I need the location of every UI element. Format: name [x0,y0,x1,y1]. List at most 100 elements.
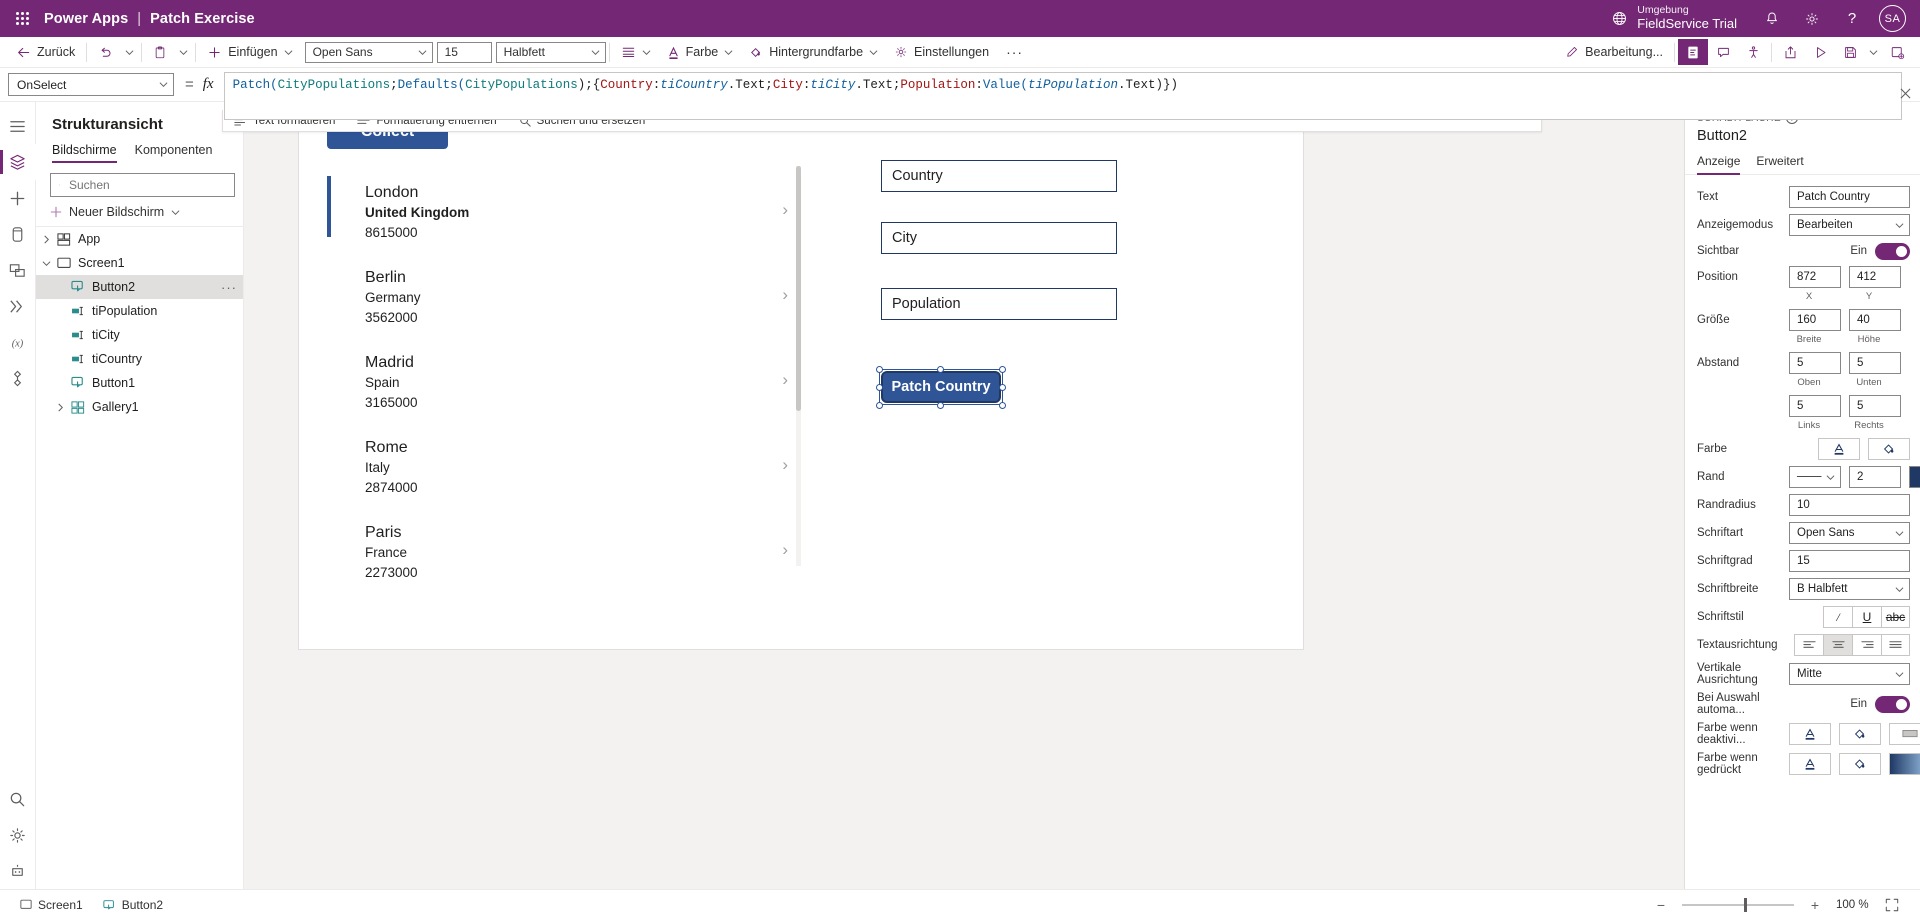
property-pair-second[interactable]: 5 [1849,395,1901,417]
property-input[interactable]: 10 [1789,494,1910,516]
rail-components-icon[interactable] [0,360,36,396]
align-center-icon[interactable] [1823,634,1852,656]
resize-handle-s[interactable] [937,402,944,409]
formula-close-icon[interactable] [1894,82,1916,104]
font-color-icon[interactable] [1789,723,1831,745]
notifications-bell-icon[interactable] [1753,0,1791,37]
property-toggle[interactable] [1875,242,1910,260]
resize-handle-sw[interactable] [876,402,883,409]
status-control-chip[interactable]: Button2 [93,893,173,917]
gallery-control[interactable]: London United Kingdom 8615000 › Berlin German… [327,166,824,634]
fill-color-icon[interactable] [1868,438,1910,460]
undo-chevron-down-icon[interactable] [121,39,138,65]
save-icon[interactable] [1835,39,1865,65]
property-pair-first[interactable]: 5 [1789,352,1841,374]
rail-search-icon[interactable] [0,781,36,817]
rail-hamburger-menu-icon[interactable] [0,108,36,144]
tree-node-ticity[interactable]: tiCity [36,323,243,347]
environment-picker[interactable]: Umgebung FieldService Trial [1597,0,1751,37]
resize-handle-se[interactable] [999,402,1006,409]
accessibility-icon[interactable] [1738,39,1768,65]
border-color-chip[interactable] [1909,466,1920,488]
strikethrough-icon[interactable]: abc [1881,606,1910,628]
tab-erweitert[interactable]: Erweitert [1756,154,1803,174]
gallery-item[interactable]: London United Kingdom 8615000 › [327,166,824,251]
rail-settings-gear-icon[interactable] [0,817,36,853]
property-select[interactable]: B Halbfett [1789,578,1910,600]
chevron-right-icon[interactable]: › [782,370,788,390]
population-text-input[interactable]: Population [881,288,1117,320]
country-text-input[interactable]: Country [881,160,1117,192]
property-pair-first[interactable]: 872 [1789,266,1841,288]
chevron-right-icon[interactable]: › [782,285,788,305]
property-select[interactable]: Mitte [1789,663,1910,685]
tab-anzeige[interactable]: Anzeige [1697,154,1741,175]
edit-mode-button[interactable]: Bearbeitung... [1557,39,1671,65]
rail-variables-icon[interactable]: (x) [0,324,36,360]
border-color-icon[interactable] [1889,723,1920,745]
font-color-button[interactable]: Farbe [659,39,742,65]
tree-node-expander[interactable] [52,403,68,412]
resize-handle-ne[interactable] [999,366,1006,373]
tree-node-button1[interactable]: Button1 [36,371,243,395]
property-pair-second[interactable]: 5 [1849,352,1901,374]
settings-gear-icon[interactable] [1793,0,1831,37]
paste-icon[interactable] [145,39,175,65]
zoom-slider-knob[interactable] [1744,897,1747,912]
tree-node-overflow-icon[interactable]: ··· [221,280,237,295]
font-size-input[interactable]: 15 [436,41,492,63]
tab-bildschirme[interactable]: Bildschirme [52,143,117,163]
publish-icon[interactable] [1882,39,1912,65]
tree-node-screen1[interactable]: Screen1 [36,251,243,275]
chevron-right-icon[interactable]: › [782,200,788,220]
property-select[interactable]: Bearbeiten [1789,214,1910,236]
tree-node-ticountry[interactable]: tiCountry [36,347,243,371]
gallery-item[interactable]: Rome Italy 2874000 › [327,421,824,506]
save-chevron-down-icon[interactable] [1865,39,1882,65]
undo-icon[interactable] [90,39,121,65]
underline-icon[interactable]: U [1852,606,1881,628]
text-align-icon[interactable] [613,39,659,65]
resize-handle-n[interactable] [937,366,944,373]
tree-node-button2[interactable]: Button2 ··· [36,275,243,299]
align-left-icon[interactable] [1794,634,1823,656]
overflow-menu-icon[interactable]: ··· [997,44,1032,60]
paste-chevron-down-icon[interactable] [175,39,192,65]
resize-handle-e[interactable] [999,384,1006,391]
insert-button[interactable]: Einfügen [199,39,300,65]
rail-data-cylinder-icon[interactable] [0,216,36,252]
font-weight-select[interactable]: Halbfett [495,41,606,63]
tree-node-app[interactable]: App [36,227,243,251]
property-pair-second[interactable]: 412 [1849,266,1901,288]
rail-media-icon[interactable] [0,252,36,288]
font-color-icon[interactable] [1818,438,1860,460]
resize-handle-w[interactable] [876,384,883,391]
chevron-right-icon[interactable]: › [782,540,788,560]
rail-tree-view-icon[interactable] [0,144,36,180]
fit-screen-icon[interactable] [1880,894,1904,916]
font-family-select[interactable]: Open Sans [304,41,433,63]
property-pair-second[interactable]: 40 [1849,309,1901,331]
chevron-right-icon[interactable]: › [782,455,788,475]
tab-komponenten[interactable]: Komponenten [135,143,213,163]
share-icon[interactable] [1775,39,1805,65]
city-text-input[interactable]: City [881,222,1117,254]
gallery-item[interactable]: Berlin Germany 3562000 › [327,251,824,336]
align-justify-icon[interactable] [1881,634,1910,656]
zoom-slider[interactable] [1682,897,1794,912]
tree-node-gallery1[interactable]: Gallery1 [36,395,243,419]
property-input[interactable]: 15 [1789,550,1910,572]
tree-node-expander[interactable] [38,259,54,268]
gallery-item[interactable]: Paris France 2273000 › [327,506,824,591]
tree-node-tipopulation[interactable]: tiPopulation [36,299,243,323]
app-launcher-icon[interactable] [0,12,44,25]
fill-color-icon[interactable] [1839,723,1881,745]
app-canvas[interactable]: Collect LondonUnited Kingdom8615000›Berl… [298,102,1304,650]
property-pair-first[interactable]: 160 [1789,309,1841,331]
patch-country-button[interactable]: Patch Country [881,371,1001,403]
border-style-select[interactable]: ─── [1789,466,1841,488]
gallery-item[interactable]: Madrid Spain 3165000 › [327,336,824,421]
font-color-icon[interactable] [1789,753,1831,775]
tree-search-input[interactable] [67,177,226,193]
settings-button[interactable]: Einstellungen [886,39,997,65]
